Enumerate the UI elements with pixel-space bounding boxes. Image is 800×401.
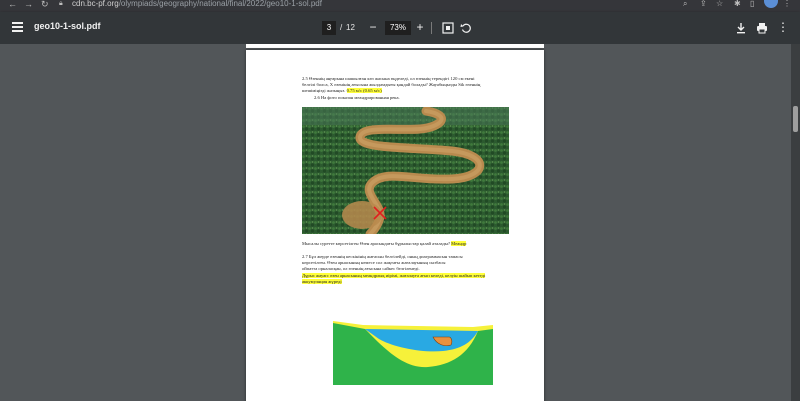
arrow-right-icon[interactable]: → — [24, 0, 33, 9]
menu-icon[interactable] — [12, 22, 23, 32]
q25-answer: 0.75 м/с (0.65 м/с) — [346, 88, 382, 93]
scrollbar-track[interactable] — [791, 44, 800, 401]
q25-line-1: 2.5 Өзеннің аңғарына шашылған көз жасына… — [302, 76, 475, 81]
scrollbar-thumb[interactable] — [793, 106, 798, 132]
star-icon[interactable]: ☆ — [716, 0, 723, 8]
chrome-menu-icon[interactable]: ⋮ — [783, 0, 791, 8]
search-icon[interactable]: ⌕ — [683, 0, 687, 8]
previous-page — [246, 44, 544, 48]
q27-answer-line-2: аккумуляция жүреді — [302, 279, 342, 285]
page-separator: / — [340, 23, 343, 32]
lock-icon[interactable]: 🔒︎ — [59, 0, 63, 8]
zoom-out-button[interactable]: − — [367, 20, 379, 34]
fit-page-icon[interactable] — [442, 22, 454, 34]
q26-answer: Меандр — [451, 241, 467, 246]
download-icon[interactable] — [735, 22, 747, 34]
river-meander-photo — [302, 107, 509, 234]
zoom-level-input[interactable]: 73% — [385, 21, 411, 35]
file-name: geo10-1-sol.pdf — [34, 21, 101, 31]
q27-line-1: 2.7 Бұл жерде өзеннің кескінінің жағасын… — [302, 254, 463, 259]
q25-line-3: шешіміңізді жазыңыз. 0.75 м/с (0.65 м/с) — [302, 88, 382, 94]
total-pages: 12 — [346, 23, 355, 32]
more-vert-icon[interactable]: ⋮ — [777, 20, 789, 34]
river-cross-section-diagram — [333, 319, 493, 385]
reload-icon[interactable]: ↻ — [41, 0, 49, 9]
print-icon[interactable] — [756, 22, 768, 34]
browser-chrome: ← → ↻ 🔒︎ cdn.bc-pf.org/olympiads/geograp… — [0, 0, 800, 12]
q25-line-3-text: шешіміңізді жазыңыз. — [302, 88, 346, 93]
rotate-icon[interactable] — [460, 22, 472, 34]
q27-answer-line-1: Дұрыс жауап: өзен арнасының меандрлық иі… — [302, 273, 486, 279]
toolbar-divider — [431, 22, 432, 34]
q26-heading: 2.6 На фото показан меандрированная река… — [314, 95, 400, 100]
share-icon[interactable]: ⇪ — [700, 0, 707, 8]
sidebar-icon[interactable]: ▯ — [750, 0, 754, 8]
pdf-toolbar: geo10-1-sol.pdf 3 / 12 − 73% + ⋮ — [0, 12, 800, 44]
profile-avatar[interactable] — [764, 0, 778, 8]
zoom-in-button[interactable]: + — [414, 20, 426, 34]
page-number-input[interactable]: 3 — [322, 21, 336, 35]
q27-line-2: көрсетілген. Өзен арнасының немесе сол ж… — [302, 260, 446, 265]
arrow-left-icon[interactable]: ← — [8, 0, 17, 9]
address-bar[interactable]: cdn.bc-pf.org/olympiads/geography/nation… — [72, 0, 322, 8]
q26-question-text: Мысалы суретте көрсетілген Өзен арасында… — [302, 241, 451, 246]
q25-line-2: белгілі болса, Х өзенінің ағысына жылдам… — [302, 82, 481, 87]
extensions-icon[interactable]: ✱ — [734, 0, 741, 8]
url-host: cdn.bc-pf.org — [72, 0, 119, 8]
q27-answer-1: Дұрыс жауап: өзен арнасының меандрлық иі… — [302, 273, 486, 278]
url-path: /olympiads/geography/national/final/2022… — [118, 0, 322, 8]
q27-answer-2: аккумуляция жүреді — [302, 279, 342, 284]
q26-question: Мысалы суретте көрсетілген Өзен арасында… — [302, 241, 467, 247]
q27-line-3: ойпатта орналасқан, ол өзеннің ағысына с… — [302, 266, 420, 271]
